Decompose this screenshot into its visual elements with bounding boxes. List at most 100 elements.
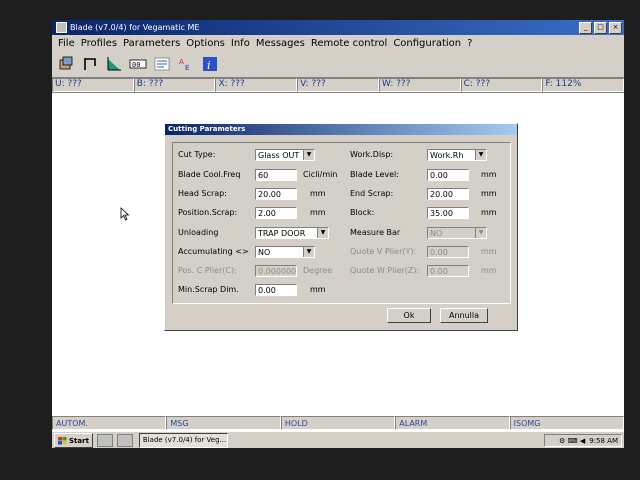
quote-w-plier-field: 0.00 [427, 265, 469, 277]
menu-configuration[interactable]: Configuration [393, 38, 461, 49]
chevron-down-icon: ▼ [317, 228, 328, 238]
axis-f: F: 112% [542, 78, 624, 92]
quote-v-plier-unit: mm [481, 247, 497, 256]
quote-v-plier-field: 0.00 [427, 246, 469, 258]
mouse-cursor-icon [120, 207, 130, 221]
start-label: Start [69, 436, 89, 445]
measure-bar-select: NO ▼ [427, 227, 487, 239]
axis-u: U: ??? [52, 78, 134, 92]
position-scrap-label: Position.Scrap: [178, 208, 238, 217]
accumulating-label: Accumulating <> [178, 247, 249, 256]
axis-x: X: ??? [215, 78, 298, 92]
position-scrap-unit: mm [310, 208, 326, 217]
svg-text:00: 00 [132, 61, 140, 69]
dialog-title: Cutting Parameters [165, 124, 517, 135]
end-scrap-unit: mm [481, 189, 497, 198]
cancel-button[interactable]: Annulla [440, 308, 488, 323]
toolbar: 00 AE i [52, 51, 624, 78]
info-icon[interactable]: i [200, 54, 220, 74]
maximize-button[interactable]: □ [594, 21, 607, 34]
min-scrap-dim-unit: mm [310, 285, 326, 294]
min-scrap-dim-label: Min.Scrap Dim. [178, 285, 239, 294]
quick-launch-icon[interactable] [116, 434, 133, 447]
quote-v-plier-label: Quote V Plier(Y): [350, 247, 417, 256]
menu-parameters[interactable]: Parameters [123, 38, 180, 49]
blade-cool-freq-field[interactable]: 60 [255, 169, 297, 181]
block-field[interactable]: 35.00 [427, 207, 469, 219]
cut-type-select[interactable]: Glass OUT ▼ [255, 149, 315, 161]
unloading-label: Unloading [178, 228, 219, 237]
start-button[interactable]: Start [54, 433, 93, 448]
chevron-down-icon: ▼ [303, 150, 314, 160]
position-scrap-field[interactable]: 2.00 [255, 207, 297, 219]
unloading-value: TRAP DOOR [258, 229, 306, 238]
quote-w-plier-unit: mm [481, 266, 497, 275]
text-icon[interactable]: AE [176, 54, 196, 74]
end-scrap-label: End Scrap: [350, 189, 394, 198]
block-label: Block: [350, 208, 375, 217]
taskbar: Start Blade (v7.0/4) for Veg... ⚙ ⌨ ◀ 9:… [52, 431, 624, 448]
axis-v: V: ??? [297, 78, 379, 92]
pos-c-plier-unit: Degree [303, 266, 333, 275]
cut-type-value: Glass OUT [258, 151, 300, 160]
status-isomg: ISOMG [509, 416, 624, 430]
unloading-select[interactable]: TRAP DOOR ▼ [255, 227, 329, 239]
quick-launch-icon[interactable] [96, 434, 113, 447]
system-tray: ⚙ ⌨ ◀ 9:58 AM [544, 434, 622, 447]
blade-cool-freq-unit: Cicli/min [303, 170, 338, 179]
end-scrap-field[interactable]: 20.00 [427, 188, 469, 200]
clock: 9:58 AM [589, 436, 618, 445]
pos-c-plier-label: Pos. C Plier(C): [178, 266, 237, 275]
accumulating-select[interactable]: NO ▼ [255, 246, 315, 258]
minimize-button[interactable]: _ [579, 21, 592, 34]
menu-options[interactable]: Options [186, 38, 225, 49]
chevron-down-icon: ▼ [303, 247, 314, 257]
profile-icon[interactable] [56, 54, 76, 74]
window-title: Blade (v7.0/4) for Vegamatic ME [70, 23, 200, 32]
status-hold: HOLD [280, 416, 396, 430]
measure-bar-label: Measure Bar [350, 228, 401, 237]
window-titlebar: Blade (v7.0/4) for Vegamatic ME _ □ × [52, 20, 624, 35]
app-icon [56, 22, 67, 33]
pos-c-plier-field: 0.000000 [255, 265, 297, 277]
head-scrap-field[interactable]: 20.00 [255, 188, 297, 200]
block-unit: mm [481, 208, 497, 217]
axis-w: W: ??? [378, 78, 461, 92]
menu-info[interactable]: Info [231, 38, 250, 49]
chevron-down-icon: ▼ [475, 150, 486, 160]
chart-icon[interactable] [104, 54, 124, 74]
svg-text:A: A [179, 58, 184, 66]
menu-messages[interactable]: Messages [256, 38, 305, 49]
menu-help[interactable]: ? [467, 38, 472, 49]
measure-bar-value: NO [430, 229, 443, 238]
ok-button[interactable]: Ok [387, 308, 431, 323]
axis-b: B: ??? [133, 78, 216, 92]
accumulating-value: NO [258, 248, 271, 257]
quote-w-plier-label: Quote W Plier(Z): [350, 266, 420, 275]
screen: Blade (v7.0/4) for Vegamatic ME _ □ × Fi… [52, 20, 624, 448]
frame-icon[interactable] [80, 54, 100, 74]
head-scrap-unit: mm [310, 189, 326, 198]
close-button[interactable]: × [609, 21, 622, 34]
list-icon[interactable] [152, 54, 172, 74]
axis-position-bar: U: ??? B: ??? X: ??? V: ??? W: ??? C: ??… [52, 78, 624, 93]
windows-logo-icon [58, 436, 67, 444]
status-alarm: ALARM [395, 416, 510, 430]
svg-text:i: i [207, 59, 211, 72]
min-scrap-dim-field[interactable]: 0.00 [255, 284, 297, 296]
svg-text:E: E [185, 64, 189, 72]
menu-profiles[interactable]: Profiles [81, 38, 117, 49]
parameters-group: Cut Type: Glass OUT ▼ Blade Cool.Freq 60… [172, 142, 511, 304]
work-disp-select[interactable]: Work.Rh ▼ [427, 149, 487, 161]
blade-level-field[interactable]: 0.00 [427, 169, 469, 181]
menu-file[interactable]: File [58, 38, 75, 49]
machine-status-bar: AUTOM. MSG HOLD ALARM ISOMG [52, 416, 624, 430]
work-disp-value: Work.Rh [430, 151, 464, 160]
status-msg: MSG [166, 416, 281, 430]
taskbar-app-button[interactable]: Blade (v7.0/4) for Veg... [138, 433, 228, 448]
counter-icon[interactable]: 00 [128, 54, 148, 74]
work-disp-label: Work.Disp: [350, 150, 394, 159]
tray-icons: ⚙ ⌨ ◀ [559, 436, 586, 445]
axis-c: C: ??? [460, 78, 543, 92]
menu-remote-control[interactable]: Remote control [311, 38, 387, 49]
